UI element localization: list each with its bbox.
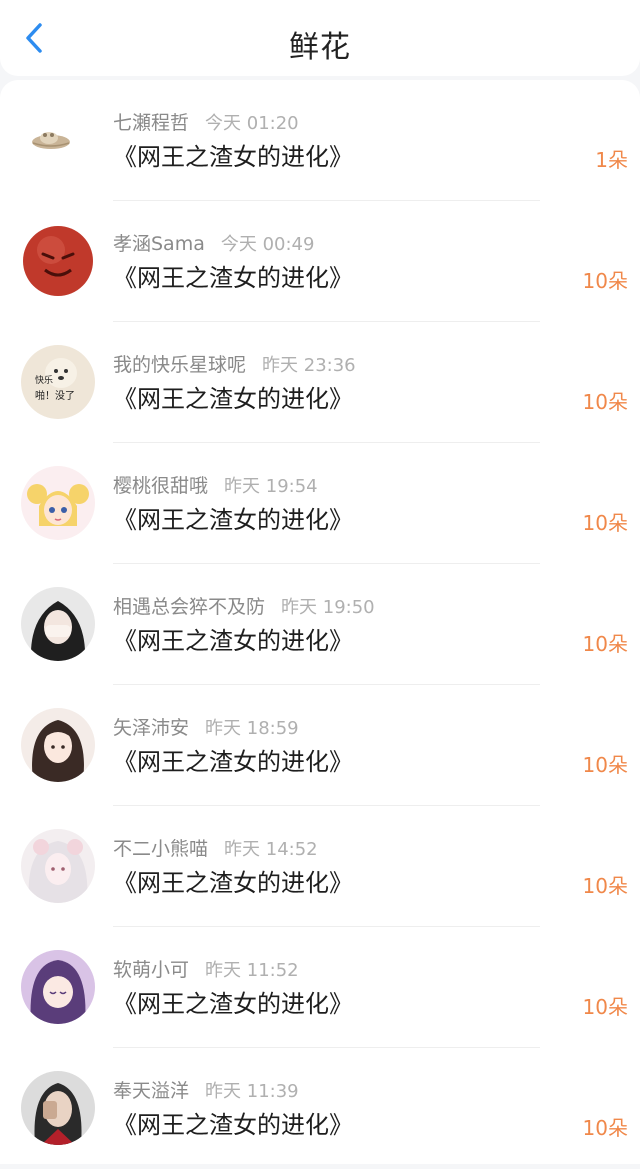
book-title[interactable]: 《网王之渣女的进化》 <box>113 379 353 414</box>
list-item[interactable]: 不二小熊喵 昨天 14:52 《网王之渣女的进化》 10朵 <box>0 806 640 927</box>
avatar[interactable] <box>21 708 95 782</box>
user-meta: 孝涵Sama 今天 00:49 <box>113 229 314 256</box>
user-name[interactable]: 七瀬程哲 <box>113 112 189 134</box>
book-title[interactable]: 《网王之渣女的进化》 <box>113 258 353 293</box>
flower-count: 10朵 <box>582 511 628 535</box>
user-meta: 七瀬程哲 今天 01:20 <box>113 108 299 135</box>
book-title[interactable]: 《网王之渣女的进化》 <box>113 500 353 535</box>
book-title[interactable]: 《网王之渣女的进化》 <box>113 137 353 172</box>
flower-count: 1朵 <box>595 148 628 172</box>
book-title[interactable]: 《网王之渣女的进化》 <box>113 1105 353 1140</box>
flower-count: 10朵 <box>582 995 628 1019</box>
user-meta: 樱桃很甜哦 昨天 19:54 <box>113 471 318 498</box>
flower-count: 10朵 <box>582 1116 628 1140</box>
user-meta: 矢泽沛安 昨天 18:59 <box>113 713 299 740</box>
user-name[interactable]: 我的快乐星球呢 <box>113 354 246 376</box>
timestamp: 昨天 19:54 <box>224 476 318 497</box>
book-title[interactable]: 《网王之渣女的进化》 <box>113 742 353 777</box>
avatar[interactable] <box>21 587 95 661</box>
timestamp: 昨天 11:39 <box>205 1081 299 1102</box>
avatar[interactable] <box>21 466 95 540</box>
book-title[interactable]: 《网王之渣女的进化》 <box>113 984 353 1019</box>
user-meta: 相遇总会猝不及防 昨天 19:50 <box>113 592 375 619</box>
user-meta: 奉天溢洋 昨天 11:39 <box>113 1076 299 1103</box>
user-name[interactable]: 奉天溢洋 <box>113 1080 189 1102</box>
timestamp: 昨天 14:52 <box>224 839 318 860</box>
list-item[interactable]: 奉天溢洋 昨天 11:39 《网王之渣女的进化》 10朵 <box>0 1048 640 1169</box>
timestamp: 昨天 23:36 <box>262 355 356 376</box>
flower-list: 七瀬程哲 今天 01:20 《网王之渣女的进化》 1朵 孝涵Sama 今天 00:4… <box>0 80 640 1164</box>
list-item[interactable]: 软萌小可 昨天 11:52 《网王之渣女的进化》 10朵 <box>0 927 640 1048</box>
timestamp: 昨天 11:52 <box>205 960 299 981</box>
user-name[interactable]: 不二小熊喵 <box>113 838 208 860</box>
flower-count: 10朵 <box>582 632 628 656</box>
list-item[interactable]: 快乐 啪！没了 我的快乐星球呢 昨天 23:36 《网王之渣女的进化》 10朵 <box>0 322 640 443</box>
list-item[interactable]: 相遇总会猝不及防 昨天 19:50 《网王之渣女的进化》 10朵 <box>0 564 640 685</box>
user-name[interactable]: 相遇总会猝不及防 <box>113 596 265 618</box>
page-title: 鲜花 <box>289 30 351 65</box>
user-name[interactable]: 矢泽沛安 <box>113 717 189 739</box>
user-name[interactable]: 软萌小可 <box>113 959 189 981</box>
timestamp: 昨天 19:50 <box>281 597 375 618</box>
timestamp: 昨天 18:59 <box>205 718 299 739</box>
flower-count: 10朵 <box>582 874 628 898</box>
flower-count: 10朵 <box>582 390 628 414</box>
flower-count: 10朵 <box>582 753 628 777</box>
timestamp: 今天 00:49 <box>220 234 315 255</box>
list-item[interactable]: 矢泽沛安 昨天 18:59 《网王之渣女的进化》 10朵 <box>0 685 640 806</box>
avatar[interactable] <box>21 829 95 903</box>
avatar-caption-2: 啪！没了 <box>35 389 75 402</box>
avatar-caption-1: 快乐 <box>35 374 53 386</box>
list-item[interactable]: 孝涵Sama 今天 00:49 《网王之渣女的进化》 10朵 <box>0 201 640 322</box>
user-meta: 不二小熊喵 昨天 14:52 <box>113 834 318 861</box>
user-name[interactable]: 孝涵Sama <box>113 233 205 255</box>
user-name[interactable]: 樱桃很甜哦 <box>113 475 208 497</box>
avatar[interactable] <box>21 950 95 1024</box>
flower-count: 10朵 <box>582 269 628 293</box>
timestamp: 今天 01:20 <box>205 113 299 134</box>
book-title[interactable]: 《网王之渣女的进化》 <box>113 863 353 898</box>
user-meta: 我的快乐星球呢 昨天 23:36 <box>113 350 356 377</box>
list-item[interactable]: 樱桃很甜哦 昨天 19:54 《网王之渣女的进化》 10朵 <box>0 443 640 564</box>
list-item[interactable]: 七瀬程哲 今天 01:20 《网王之渣女的进化》 1朵 <box>0 80 640 201</box>
avatar[interactable] <box>21 224 95 298</box>
avatar[interactable] <box>21 1071 95 1145</box>
avatar[interactable] <box>21 103 95 177</box>
book-title[interactable]: 《网王之渣女的进化》 <box>113 621 353 656</box>
nav-bar: 鲜花 <box>0 0 640 76</box>
user-meta: 软萌小可 昨天 11:52 <box>113 955 299 982</box>
avatar[interactable]: 快乐 啪！没了 <box>21 345 95 419</box>
